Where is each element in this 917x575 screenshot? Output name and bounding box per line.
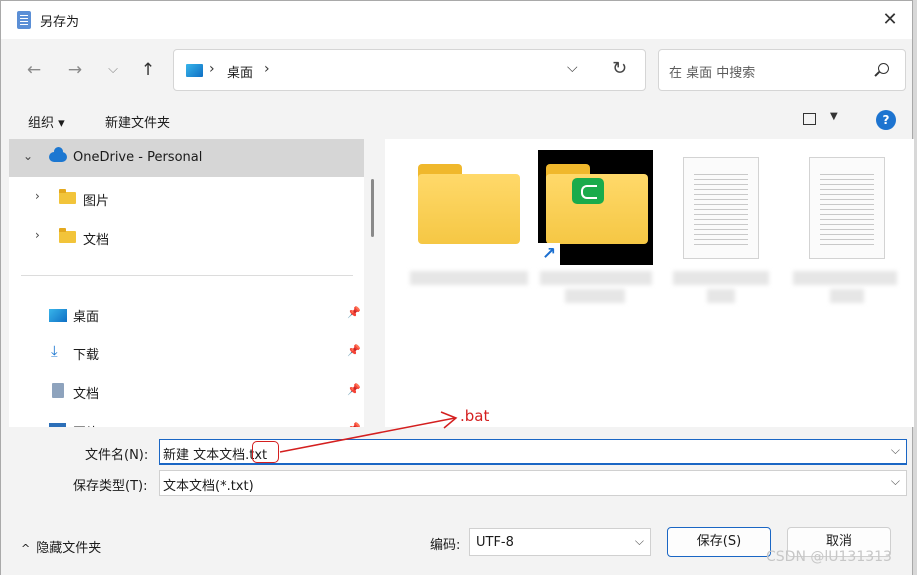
- text-file-icon: [820, 174, 874, 248]
- blurred-filename: [830, 289, 864, 303]
- chevron-down-icon[interactable]: ⌵: [635, 534, 644, 549]
- filetype-select[interactable]: 文本文档(*.txt) ⌵: [159, 470, 907, 496]
- sidebar-item-label: 桌面: [73, 310, 100, 325]
- chevron-down-icon: ▼: [830, 111, 838, 122]
- shortcut-arrow-icon: ↗: [538, 243, 560, 265]
- filetype-label: 保存类型(T):: [73, 479, 148, 494]
- desktop-icon: [186, 64, 203, 77]
- quick-access-documents[interactable]: 文档 📌: [9, 372, 364, 410]
- sidebar-item-label: 文档: [73, 387, 100, 402]
- view-icon: [803, 113, 816, 125]
- divider: [21, 275, 353, 276]
- hide-folders-toggle[interactable]: ^ 隐藏文件夹: [21, 537, 101, 556]
- pin-icon[interactable]: 📌: [347, 383, 361, 396]
- text-file-icon: [694, 174, 748, 248]
- watermark: CSDN @lU131313: [766, 549, 892, 565]
- sidebar-item-onedrive[interactable]: ⌄ OneDrive - Personal: [9, 139, 364, 177]
- address-dropdown-icon[interactable]: ⌵: [567, 60, 578, 76]
- dialog-title: 另存为: [40, 15, 80, 30]
- back-button[interactable]: ←: [23, 59, 45, 81]
- folder-icon: [418, 174, 520, 244]
- breadcrumb-desktop[interactable]: 桌面: [227, 62, 253, 81]
- sidebar-item-label: OneDrive - Personal: [73, 150, 203, 165]
- chevron-right-icon[interactable]: ›: [35, 189, 40, 203]
- hide-folders-label: 隐藏文件夹: [36, 541, 102, 556]
- sidebar-item-label: 图片: [83, 194, 110, 209]
- text-file-item[interactable]: [683, 157, 759, 259]
- encoding-select[interactable]: UTF-8 ⌵: [469, 528, 651, 556]
- search-box[interactable]: 在 桌面 中搜索: [658, 49, 906, 91]
- navigation-bar: ← → ⌵ ↑ › 桌面 › ⌵ ↻ 在 桌面 中搜索: [1, 39, 912, 101]
- navigation-pane: ⌄ OneDrive - Personal › 图片 › 文档 桌面 📌 ⤓ 下…: [9, 139, 364, 427]
- blurred-filename: [410, 271, 528, 285]
- pin-icon[interactable]: 📌: [347, 344, 361, 357]
- filetype-value: 文本文档(*.txt): [163, 479, 254, 494]
- encoding-label: 编码:: [430, 538, 461, 553]
- recent-locations-button[interactable]: ⌵: [102, 59, 124, 81]
- quick-access-pictures[interactable]: 图片 📌: [9, 411, 364, 427]
- onedrive-cloud-icon: [49, 147, 67, 162]
- sidebar-item-label: 下载: [73, 348, 100, 363]
- organize-menu[interactable]: 组织 ▾: [28, 112, 65, 131]
- title-bar: 另存为 ✕: [1, 1, 912, 39]
- app-icon: [572, 178, 604, 204]
- view-options-button[interactable]: ▼: [803, 110, 843, 130]
- pin-icon[interactable]: 📌: [347, 306, 361, 319]
- save-as-dialog: 另存为 ✕ ← → ⌵ ↑ › 桌面 › ⌵ ↻ 在 桌面 中搜索 组织 ▾ 新…: [0, 0, 914, 575]
- folder-item[interactable]: [418, 164, 520, 244]
- sidebar-scrollbar[interactable]: [371, 179, 374, 237]
- breadcrumb-chevron-icon[interactable]: ›: [209, 61, 215, 77]
- notepad-icon: [17, 11, 31, 29]
- save-button[interactable]: 保存(S): [667, 527, 771, 557]
- chevron-up-icon: ^: [21, 542, 31, 555]
- close-button[interactable]: ✕: [878, 8, 902, 32]
- search-icon[interactable]: [878, 63, 889, 74]
- filename-label: 文件名(N):: [85, 448, 149, 463]
- help-button[interactable]: ?: [876, 110, 896, 130]
- folder-icon: [59, 228, 76, 243]
- sidebar-item-pictures[interactable]: › 图片: [9, 179, 364, 217]
- sidebar-item-documents[interactable]: › 文档: [9, 218, 364, 256]
- sidebar-item-label: 文档: [83, 233, 110, 248]
- folder-icon: [59, 189, 76, 204]
- quick-access-downloads[interactable]: ⤓ 下载 📌: [9, 333, 364, 371]
- quick-access-desktop[interactable]: 桌面 📌: [9, 295, 364, 333]
- chevron-down-icon[interactable]: ⌵: [891, 474, 900, 489]
- blurred-filename: [540, 271, 652, 285]
- chevron-down-icon[interactable]: ⌵: [891, 443, 900, 458]
- blurred-filename: [565, 289, 625, 303]
- desktop-icon: [49, 309, 67, 322]
- search-placeholder: 在 桌面 中搜索: [669, 66, 756, 81]
- forward-button[interactable]: →: [64, 59, 86, 81]
- annotation-highlight-box: [252, 441, 279, 463]
- blurred-filename: [793, 271, 897, 285]
- document-icon: [52, 383, 64, 398]
- blurred-filename: [673, 271, 769, 285]
- download-icon: ⤓: [51, 342, 58, 360]
- blurred-filename: [707, 289, 735, 303]
- annotation-text: .bat: [460, 407, 490, 425]
- address-bar[interactable]: › 桌面 › ⌵ ↻: [173, 49, 646, 91]
- breadcrumb-chevron-icon[interactable]: ›: [264, 61, 270, 77]
- encoding-value: UTF-8: [476, 535, 514, 550]
- new-folder-button[interactable]: 新建文件夹: [105, 112, 170, 131]
- chevron-right-icon[interactable]: ›: [35, 228, 40, 242]
- chevron-down-icon[interactable]: ⌄: [23, 149, 33, 163]
- up-button[interactable]: ↑: [137, 59, 159, 81]
- command-bar: 组织 ▾ 新建文件夹 ▼ ?: [1, 101, 912, 139]
- text-file-item[interactable]: [809, 157, 885, 259]
- file-list: ↗: [385, 139, 914, 427]
- refresh-icon[interactable]: ↻: [612, 58, 627, 79]
